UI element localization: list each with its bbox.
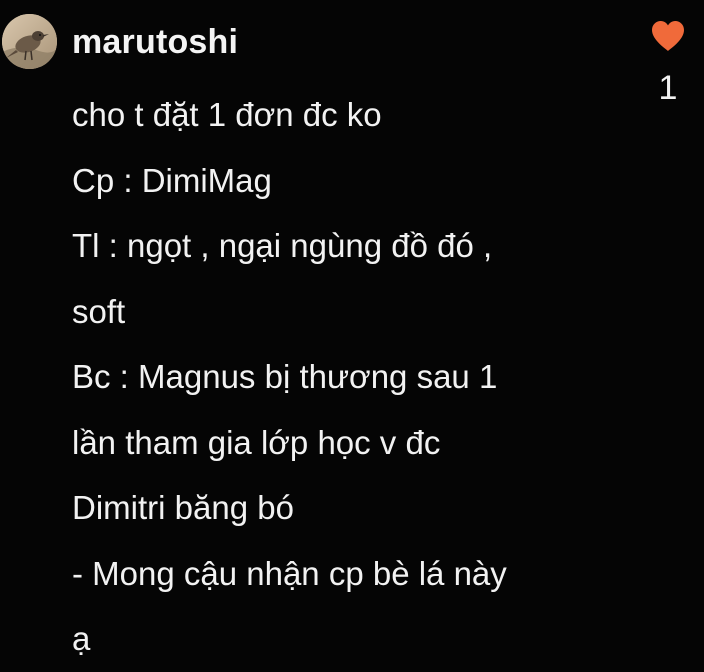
- comment-body: cho t đặt 1 đơn đc ko Cp : DimiMag Tl : …: [72, 82, 632, 672]
- avatar-bird-image: [2, 14, 57, 69]
- comment-line: ạ: [72, 620, 91, 657]
- comment-line: cho t đặt 1 đơn đc ko: [72, 96, 382, 133]
- comment-line: Dimitri băng bó: [72, 489, 294, 526]
- like-count: 1: [658, 69, 678, 107]
- comment-line: soft: [72, 292, 126, 330]
- comment-line: Bc : Magnus bị thương sau 1: [72, 358, 498, 395]
- heart-icon[interactable]: [651, 20, 685, 52]
- comment-line: Cp : DimiMag: [72, 161, 272, 199]
- like-button[interactable]: 1: [640, 14, 696, 107]
- comment-line: lần tham gia lớp học v đc: [72, 423, 441, 461]
- comment: marutoshi cho t đặt 1 đơn đc ko Cp : Dim…: [0, 0, 704, 668]
- comment-line: Tl : ngọt , ngại ngùng đồ đó ,: [72, 227, 493, 264]
- avatar[interactable]: [2, 14, 57, 69]
- username[interactable]: marutoshi: [72, 21, 238, 63]
- comment-line: - Mong cậu nhận cp bè lá này: [72, 554, 507, 592]
